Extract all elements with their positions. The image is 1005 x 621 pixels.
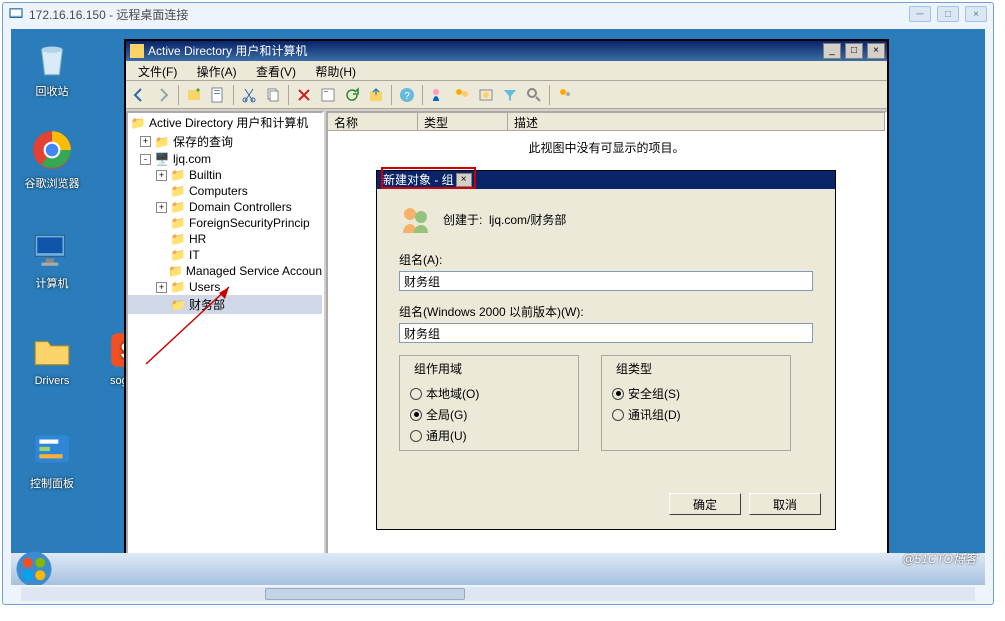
menu-help[interactable]: 帮助(H) [307, 61, 364, 82]
tree-item-computers[interactable]: +📁Computers [128, 183, 322, 199]
group-scope-fieldset: 组作用域 本地域(O) 全局(G) 通用(U) [399, 355, 579, 451]
rdp-window: 172.16.16.150 - 远程桌面连接 ─ □ × 回收站 谷歌浏览器 计… [2, 2, 994, 605]
radio-type-security[interactable]: 安全组(S) [612, 383, 780, 404]
ad-toolbar: ? [126, 81, 887, 109]
menu-file[interactable]: 文件(F) [130, 61, 185, 82]
tree-item-domain[interactable]: -🖥️ljq.com [128, 151, 322, 167]
nav-back-icon[interactable] [128, 84, 150, 106]
control-panel-icon [31, 429, 73, 471]
ad-title-text: Active Directory 用户和计算机 [148, 41, 307, 61]
find-user-icon[interactable] [427, 84, 449, 106]
tree-item-builtin[interactable]: +📁Builtin [128, 167, 322, 183]
filter-icon[interactable] [499, 84, 521, 106]
properties-icon[interactable] [207, 84, 229, 106]
rdp-icon [9, 7, 23, 21]
ad-tree[interactable]: 📁Active Directory 用户和计算机 +📁保存的查询 -🖥️ljq.… [126, 111, 324, 557]
list-header[interactable]: 名称 类型 描述 [328, 113, 885, 131]
group-icon [399, 203, 431, 235]
menu-action[interactable]: 操作(A) [189, 61, 245, 82]
empty-list-message: 此视图中没有可显示的项目。 [328, 139, 885, 156]
ad-menubar: 文件(F) 操作(A) 查看(V) 帮助(H) [126, 61, 887, 81]
svg-text:?: ? [404, 91, 410, 102]
taskbar[interactable] [11, 553, 985, 585]
created-in-label: 创建于: [443, 213, 482, 227]
col-name[interactable]: 名称 [328, 113, 418, 130]
nav-forward-icon[interactable] [152, 84, 174, 106]
ad-close-button[interactable]: × [867, 43, 885, 59]
group-name-2000-label: 组名(Windows 2000 以前版本)(W): [399, 303, 813, 320]
computer-icon [31, 229, 73, 271]
close-button[interactable]: × [965, 6, 987, 22]
add-ou-icon[interactable] [475, 84, 497, 106]
rdp-title-bar[interactable]: 172.16.16.150 - 远程桌面连接 ─ □ × [3, 3, 993, 25]
desktop-icon-drivers[interactable]: Drivers [17, 329, 87, 387]
export-icon[interactable] [365, 84, 387, 106]
refresh-icon[interactable] [341, 84, 363, 106]
start-button[interactable] [14, 555, 54, 583]
domain-icon: 🖥️ [154, 152, 170, 166]
ad-minimize-button[interactable]: _ [823, 43, 841, 59]
rdp-title-text: 172.16.16.150 - 远程桌面连接 [29, 6, 188, 23]
cancel-button[interactable]: 取消 [749, 493, 821, 515]
ad-title-bar[interactable]: Active Directory 用户和计算机 _ □ × [126, 41, 887, 61]
tree-item-hr[interactable]: +📁HR [128, 231, 322, 247]
group-name-label: 组名(A): [399, 251, 813, 268]
group-name-input[interactable] [399, 271, 813, 291]
search-icon[interactable] [523, 84, 545, 106]
help-icon[interactable]: ? [396, 84, 418, 106]
radio-type-distribution[interactable]: 通讯组(D) [612, 404, 780, 425]
copy-icon[interactable] [262, 84, 284, 106]
recycle-bin-icon [31, 37, 73, 79]
cut-icon[interactable] [238, 84, 260, 106]
radio-scope-global[interactable]: 全局(G) [410, 404, 568, 425]
desktop-icon-computer[interactable]: 计算机 [17, 229, 87, 291]
add-user-group-icon[interactable] [554, 84, 576, 106]
delete-icon[interactable] [293, 84, 315, 106]
desktop-icon-control-panel[interactable]: 控制面板 [17, 429, 87, 491]
expand-icon[interactable]: - [140, 154, 151, 165]
tree-item-users[interactable]: +📁Users [128, 279, 322, 295]
desktop-icon-recycle-bin[interactable]: 回收站 [17, 37, 87, 99]
group-name-2000-input[interactable] [399, 323, 813, 343]
scope-legend: 组作用域 [410, 360, 466, 377]
dialog-close-button[interactable]: × [456, 173, 472, 187]
new-container-icon[interactable] [183, 84, 205, 106]
ad-icon [130, 44, 144, 58]
tree-item-managed[interactable]: +📁Managed Service Accoun [128, 263, 322, 279]
add-group-icon[interactable] [451, 84, 473, 106]
maximize-button[interactable]: □ [937, 6, 959, 22]
radio-scope-local[interactable]: 本地域(O) [410, 383, 568, 404]
tree-item-domain-controllers[interactable]: +📁Domain Controllers [128, 199, 322, 215]
tree-root[interactable]: 📁Active Directory 用户和计算机 [128, 113, 322, 132]
type-legend: 组类型 [612, 360, 656, 377]
dialog-title-bar[interactable]: 新建对象 - 组 × [377, 171, 835, 189]
scrollbar-thumb[interactable] [265, 588, 465, 600]
prop2-icon[interactable] [317, 84, 339, 106]
new-group-dialog: 新建对象 - 组 × 创建于: ljq.com/财务部 组名(A): 组名(Wi… [376, 170, 836, 530]
watermark: @51CTO博客 [902, 550, 977, 567]
menu-view[interactable]: 查看(V) [248, 61, 304, 82]
ok-button[interactable]: 确定 [669, 493, 741, 515]
minimize-button[interactable]: ─ [909, 6, 931, 22]
dialog-title-text: 新建对象 - 组 [383, 171, 454, 189]
chrome-icon [31, 129, 73, 171]
created-in-value: ljq.com/财务部 [489, 213, 566, 227]
folder-icon [31, 329, 73, 371]
start-icon [14, 549, 54, 585]
tree-item-it[interactable]: +📁IT [128, 247, 322, 263]
host-scrollbar[interactable] [5, 586, 991, 602]
collapse-icon[interactable]: + [140, 136, 151, 147]
remote-desktop: 回收站 谷歌浏览器 计算机 Drivers S sogou_ 控制面板 Acti… [11, 29, 985, 585]
tree-item-finance[interactable]: +📁财务部 [128, 295, 322, 314]
tree-item-saved-queries[interactable]: +📁保存的查询 [128, 132, 322, 151]
folder-icon: 📁 [130, 116, 146, 130]
col-desc[interactable]: 描述 [508, 113, 885, 130]
radio-scope-universal[interactable]: 通用(U) [410, 425, 568, 446]
ad-maximize-button[interactable]: □ [845, 43, 863, 59]
group-type-fieldset: 组类型 安全组(S) 通讯组(D) [601, 355, 791, 451]
tree-item-fsp[interactable]: +📁ForeignSecurityPrincip [128, 215, 322, 231]
col-type[interactable]: 类型 [418, 113, 508, 130]
desktop-icon-chrome[interactable]: 谷歌浏览器 [17, 129, 87, 191]
